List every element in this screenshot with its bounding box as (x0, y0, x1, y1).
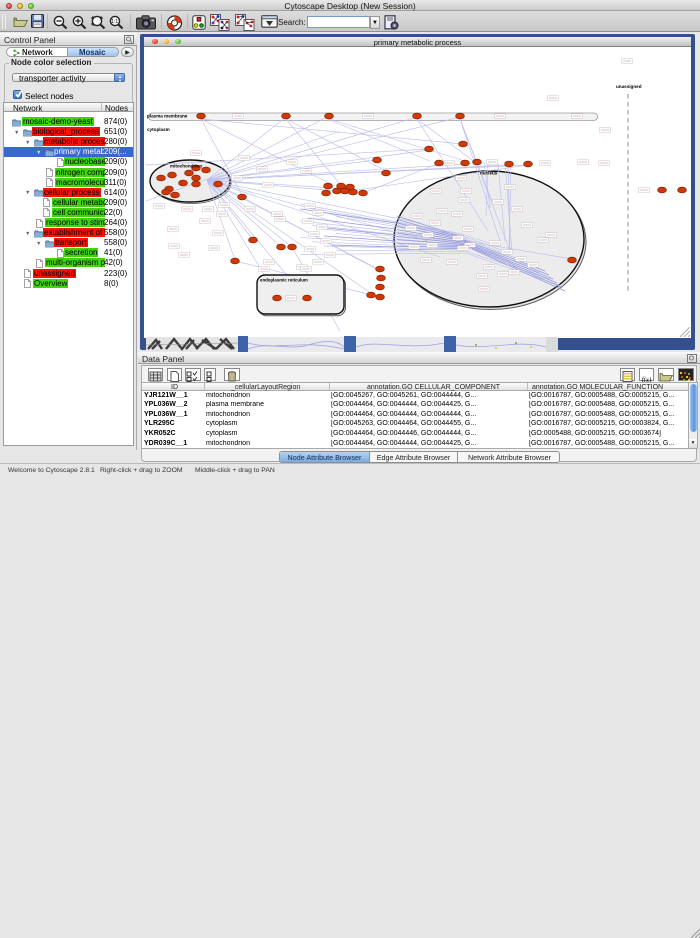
svg-text:nucleus: nucleus (480, 170, 498, 175)
svg-text:1:1: 1:1 (111, 19, 118, 25)
svg-text:unassigned: unassigned (616, 84, 642, 89)
svg-text:plasma membrane: plasma membrane (147, 113, 188, 118)
svg-text:mitochondrion: mitochondrion (170, 163, 202, 168)
svg-text:endoplasmic reticulum: endoplasmic reticulum (260, 277, 308, 282)
svg-text:cytoplasm: cytoplasm (147, 127, 170, 132)
